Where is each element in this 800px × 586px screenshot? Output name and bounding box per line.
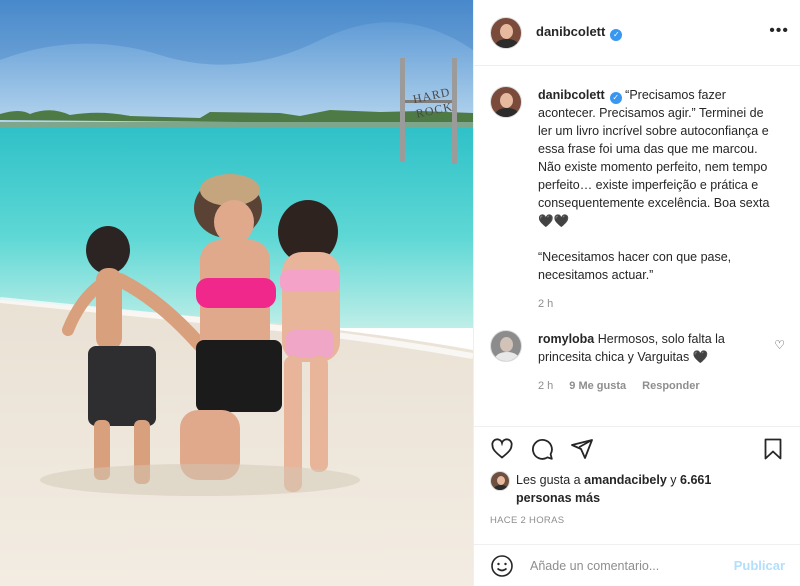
likes-prefix: Les gusta a — [516, 473, 581, 487]
instagram-post: HARD ROCK danibcolett ✓ ••• danibcolett ✓ … — [0, 0, 800, 586]
likes-user[interactable]: amandacibely — [584, 473, 667, 487]
verified-icon: ✓ — [610, 29, 623, 41]
comment-reply-button[interactable]: Responder — [642, 380, 699, 392]
verified-icon: ✓ — [609, 92, 622, 104]
caption-text: “Precisamos fazer acontecer. Precisamos … — [538, 88, 770, 282]
caption-time[interactable]: 2 h — [538, 298, 553, 310]
post-side-panel: danibcolett ✓ ••• danibcolett ✓ “Precisamo… — [473, 0, 800, 586]
comment-text-block: romyloba Hermosos, solo falta la princes… — [538, 330, 758, 366]
beach-photo — [0, 0, 473, 586]
comment-input[interactable] — [530, 558, 720, 573]
author-username-text[interactable]: danibcolett — [536, 24, 605, 39]
post-photo[interactable]: HARD ROCK — [0, 0, 473, 586]
comments-section: danibcolett ✓ “Precisamos fazer acontecer… — [474, 66, 800, 426]
comment-meta: 2 h 9 Me gusta Responder — [538, 380, 758, 392]
caption-meta: 2 h — [538, 298, 778, 310]
comment-like-icon[interactable]: ♡ — [774, 338, 785, 352]
post-timestamp[interactable]: HACE 2 HORAS — [490, 515, 564, 526]
liker-avatar[interactable] — [490, 471, 510, 491]
caption-avatar[interactable] — [490, 86, 522, 118]
comment-item: romyloba Hermosos, solo falta la princes… — [490, 330, 785, 392]
caption-text-block: danibcolett ✓ “Precisamos fazer acontecer… — [538, 86, 778, 284]
author-avatar[interactable] — [490, 16, 522, 49]
commenter-avatar[interactable] — [490, 330, 522, 362]
share-icon[interactable] — [570, 437, 594, 461]
comment-likes[interactable]: 9 Me gusta — [569, 380, 626, 392]
likes-text: Les gusta a amandacibely y 6.661 persona… — [516, 471, 736, 507]
add-comment-bar: Publicar — [474, 544, 800, 586]
likes-summary: Les gusta a amandacibely y 6.661 persona… — [490, 471, 736, 507]
heart-icon[interactable] — [490, 437, 514, 461]
caption: danibcolett ✓ “Precisamos fazer acontecer… — [490, 86, 785, 310]
bookmark-icon[interactable] — [761, 437, 785, 461]
comment-time[interactable]: 2 h — [538, 380, 553, 392]
post-actions: Les gusta a amandacibely y 6.661 persona… — [474, 426, 800, 544]
more-icon[interactable]: ••• — [769, 22, 789, 40]
comment-username[interactable]: romyloba — [538, 332, 594, 346]
likes-conj: y — [670, 473, 677, 487]
caption-username[interactable]: danibcolett — [538, 88, 605, 102]
action-icons-row — [474, 427, 800, 469]
author-username[interactable]: danibcolett ✓ — [536, 24, 623, 41]
emoji-icon[interactable] — [490, 554, 514, 578]
post-header: danibcolett ✓ ••• — [474, 0, 800, 66]
publish-button[interactable]: Publicar — [734, 558, 785, 573]
comment-icon[interactable] — [530, 437, 554, 461]
